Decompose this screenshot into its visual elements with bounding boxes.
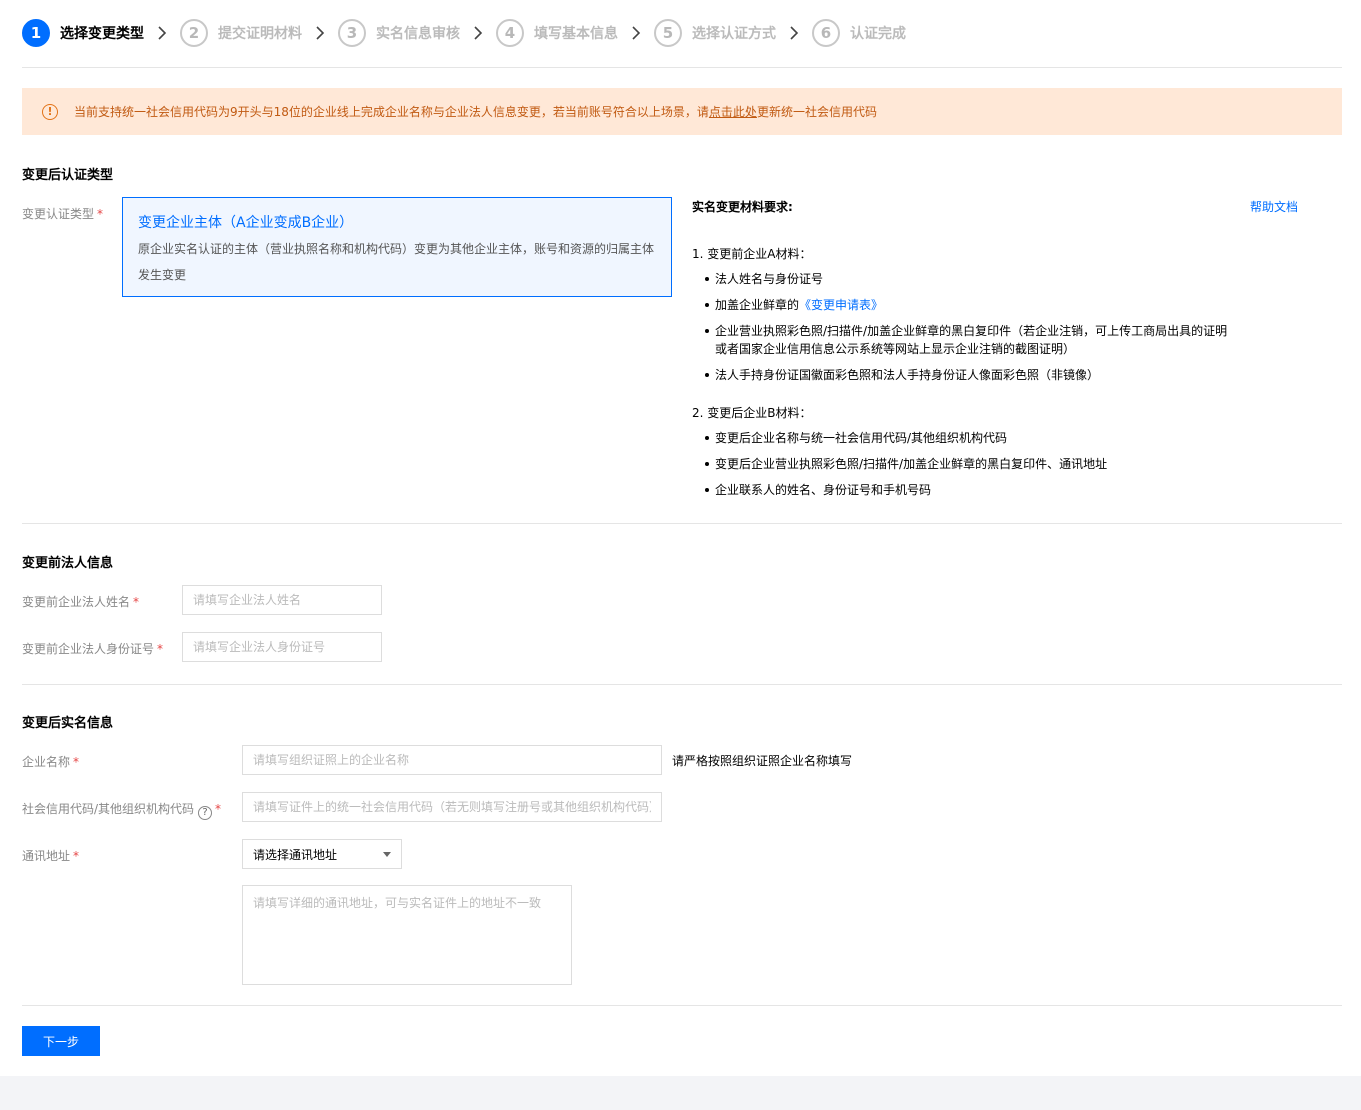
list-item: 企业营业执照彩色照/扫描件/加盖企业鲜章的黑白复印件（若企业注销，可上传工商局出…: [692, 322, 1232, 358]
chevron-right-icon: [618, 26, 654, 40]
change-type-label-text: 变更认证类型: [22, 207, 95, 221]
required-mark: *: [157, 642, 164, 656]
warning-icon: !: [42, 103, 58, 120]
notice-alert: ! 当前支持统一社会信用代码为9开头与18位的企业线上完成企业名称与企业法人信息…: [22, 88, 1342, 135]
steps-divider: [22, 67, 1342, 68]
step-4: 4 填写基本信息: [496, 18, 618, 48]
chevron-right-icon: [460, 26, 496, 40]
alert-text: 当前支持统一社会信用代码为9开头与18位的企业线上完成企业名称与企业法人信息变更…: [74, 103, 877, 120]
chevron-right-icon: [302, 26, 338, 40]
step-label: 填写基本信息: [534, 26, 618, 42]
step-3: 3 实名信息审核: [338, 18, 460, 48]
alert-link[interactable]: 点击此处: [709, 105, 757, 119]
list-item: 变更后企业名称与统一社会信用代码/其他组织机构代码: [692, 429, 1302, 447]
step-5: 5 选择认证方式: [654, 18, 776, 48]
company-name-label: 企业名称 *: [22, 753, 79, 770]
list-item: 法人手持身份证国徽面彩色照和法人手持身份证人像面彩色照（非镜像）: [692, 366, 1302, 384]
type-card-desc: 原企业实名认证的主体（营业执照名称和机构代码）变更为其他企业主体，账号和资源的归…: [138, 242, 655, 282]
legal-id-label: 变更前企业法人身份证号 *: [22, 640, 163, 657]
credit-code-label: 社会信用代码/其他组织机构代码? *: [22, 800, 221, 820]
alert-text-after: 更新统一社会信用代码: [756, 105, 877, 119]
chevron-right-icon: [776, 26, 812, 40]
credit-code-label-text: 社会信用代码/其他组织机构代码: [22, 802, 195, 816]
step-label: 实名信息审核: [376, 26, 460, 42]
section-divider: [22, 684, 1342, 685]
step-2: 2 提交证明材料: [180, 18, 302, 48]
steps-bar: 1 选择变更类型 2 提交证明材料 3 实名信息审核 4 填写基本信息 5 选择…: [22, 18, 1342, 48]
group-a-list: 法人姓名与身份证号 加盖企业鲜章的《变更申请表》 企业营业执照彩色照/扫描件/加…: [692, 270, 1302, 384]
required-mark: *: [73, 755, 80, 769]
address-select[interactable]: 请选择通讯地址: [242, 839, 402, 869]
required-mark: *: [215, 802, 222, 816]
form-download-link[interactable]: 《变更申请表》: [799, 298, 883, 312]
step-1: 1 选择变更类型: [22, 18, 144, 48]
page: 1 选择变更类型 2 提交证明材料 3 实名信息审核 4 填写基本信息 5 选择…: [0, 0, 1361, 1076]
legal-id-input[interactable]: [182, 632, 382, 662]
step-number: 5: [654, 19, 682, 47]
help-doc-link[interactable]: 帮助文档: [1250, 198, 1298, 215]
legal-id-label-text: 变更前企业法人身份证号: [22, 642, 155, 656]
step-number: 6: [812, 19, 840, 47]
section-divider: [22, 523, 1342, 524]
list-item-text: 加盖企业鲜章的: [715, 298, 800, 312]
legal-name-label-text: 变更前企业法人姓名: [22, 595, 131, 609]
group-b-title: 2. 变更后企业B材料：: [692, 406, 812, 420]
required-mark: *: [73, 849, 80, 863]
step-number: 1: [22, 19, 50, 47]
requirements-heading: 实名变更材料要求:: [692, 200, 793, 214]
list-item: 变更后企业营业执照彩色照/扫描件/加盖企业鲜章的黑白复印件、通讯地址: [692, 455, 1302, 473]
legal-name-label: 变更前企业法人姓名 *: [22, 593, 139, 610]
section-divider: [22, 1005, 1342, 1006]
step-6: 6 认证完成: [812, 18, 906, 48]
address-label: 通讯地址 *: [22, 847, 79, 864]
step-label: 选择变更类型: [60, 26, 144, 42]
type-card-title: 变更企业主体（A企业变成B企业）: [138, 215, 354, 231]
list-item: 加盖企业鲜章的《变更申请表》: [692, 296, 1302, 314]
caret-down-icon: [383, 851, 391, 857]
legal-name-input[interactable]: [182, 585, 382, 615]
company-name-label-text: 企业名称: [22, 755, 71, 769]
list-item: 法人姓名与身份证号: [692, 270, 1302, 288]
credit-code-input[interactable]: [242, 792, 662, 822]
help-circle-icon[interactable]: ?: [198, 806, 213, 820]
company-name-input[interactable]: [242, 745, 662, 775]
required-mark: *: [97, 207, 104, 221]
group-b-list: 变更后企业名称与统一社会信用代码/其他组织机构代码 变更后企业营业执照彩色照/扫…: [692, 429, 1302, 499]
address-detail-textarea[interactable]: [242, 885, 572, 985]
requirements-panel: 实名变更材料要求: 帮助文档 1. 变更前企业A材料： 法人姓名与身份证号 加盖…: [692, 198, 1302, 507]
list-item: 企业联系人的姓名、身份证号和手机号码: [692, 481, 1302, 499]
type-section-title: 变更后认证类型: [22, 168, 114, 183]
step-label: 选择认证方式: [692, 26, 776, 42]
address-label-text: 通讯地址: [22, 849, 71, 863]
after-section-title: 变更后实名信息: [22, 716, 114, 731]
step-label: 认证完成: [850, 26, 906, 42]
chevron-right-icon: [144, 26, 180, 40]
alert-text-before: 当前支持统一社会信用代码为9开头与18位的企业线上完成企业名称与企业法人信息变更…: [74, 105, 709, 119]
address-select-value: 请选择通讯地址: [253, 847, 338, 862]
company-name-note: 请严格按照组织证照企业名称填写: [672, 754, 853, 768]
step-number: 3: [338, 19, 366, 47]
step-number: 2: [180, 19, 208, 47]
legal-section-title: 变更前法人信息: [22, 556, 114, 571]
step-number: 4: [496, 19, 524, 47]
change-type-card[interactable]: 变更企业主体（A企业变成B企业） 原企业实名认证的主体（营业执照名称和机构代码）…: [122, 197, 672, 297]
group-a-title: 1. 变更前企业A材料：: [692, 247, 812, 261]
required-mark: *: [133, 595, 140, 609]
next-step-button[interactable]: 下一步: [22, 1026, 100, 1056]
change-type-label: 变更认证类型 *: [22, 205, 103, 222]
step-label: 提交证明材料: [218, 26, 302, 42]
